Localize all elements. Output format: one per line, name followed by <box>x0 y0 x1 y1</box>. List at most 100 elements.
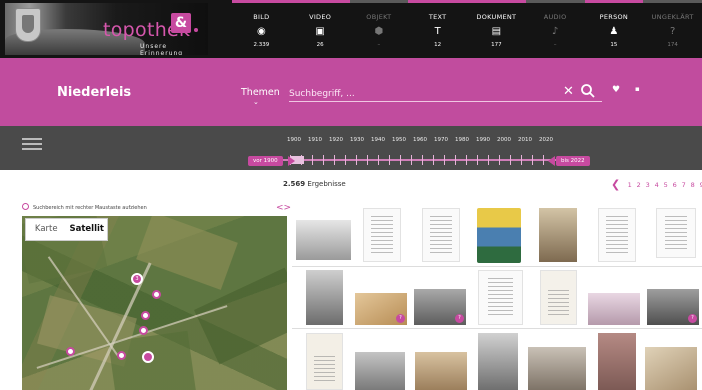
map-mode-karte[interactable]: Karte <box>26 219 67 240</box>
map-mode-satellit[interactable]: Satellit <box>67 219 108 240</box>
thumbnail-people-photo[interactable] <box>478 333 518 390</box>
coat-of-arms-icon <box>15 8 41 42</box>
map-type-toggle: Karte Satellit <box>25 218 108 241</box>
pagination: ❮ 123456789 <box>611 178 702 191</box>
category-text[interactable]: TEXT T 12 <box>408 0 467 58</box>
page-link[interactable]: 3 <box>643 181 652 189</box>
search-input[interactable] <box>289 87 602 102</box>
timeline-from-label[interactable]: vor 1900 <box>248 156 283 166</box>
category-count: 12 <box>434 42 442 48</box>
thumbnail-group-photo[interactable]: ? <box>647 289 699 325</box>
chevron-left-icon[interactable]: ❮ <box>611 178 620 191</box>
page-link[interactable]: 9 <box>697 181 702 189</box>
map-cluster-marker[interactable] <box>142 351 154 363</box>
row-divider <box>292 328 702 329</box>
thumbnail-portrait[interactable] <box>539 208 577 262</box>
timeline-year[interactable]: 1920 <box>329 137 350 143</box>
thumbnail-couple-photo[interactable] <box>306 270 343 325</box>
thumbnail-document[interactable] <box>656 208 696 258</box>
thumbnail-group-photo[interactable]: ? <box>414 289 466 325</box>
timeline-year[interactable]: 2010 <box>518 137 539 143</box>
thumbnail-death-notice[interactable] <box>306 333 343 390</box>
timeline-year[interactable]: 1970 <box>434 137 455 143</box>
timeline-year[interactable]: 1930 <box>350 137 371 143</box>
crosshair-icon <box>22 203 29 210</box>
page-link[interactable]: 5 <box>661 181 670 189</box>
page-link[interactable]: 6 <box>670 181 679 189</box>
map-cluster-marker[interactable]: 3 <box>131 273 143 285</box>
category-label: BILD <box>253 13 270 21</box>
thumbnail-village-sketch[interactable] <box>296 220 351 260</box>
timeline-year[interactable]: 1990 <box>476 137 497 143</box>
thumbnail-death-notice[interactable] <box>540 270 577 325</box>
category-bild[interactable]: BILD ◉ 2.339 <box>232 0 291 58</box>
search-icon[interactable] <box>580 83 596 99</box>
page-link[interactable]: 4 <box>652 181 661 189</box>
brand-logo[interactable]: topothek & Unsere Erinnerung <box>5 3 208 55</box>
chevron-down-icon[interactable]: ⌄ <box>253 98 259 106</box>
themen-dropdown[interactable]: Themen <box>241 87 280 98</box>
object-icon: ⬢ <box>374 26 384 37</box>
timeline-slider[interactable] <box>262 155 572 165</box>
timeline-year[interactable]: 1900 <box>287 137 308 143</box>
thumbnail-document-red[interactable] <box>598 333 636 390</box>
timeline-year[interactable]: 1940 <box>371 137 392 143</box>
category-dokument[interactable]: DOKUMENT ▤ 177 <box>467 0 526 58</box>
thumbnail-postcard[interactable] <box>588 293 640 325</box>
hamburger-menu-icon[interactable] <box>22 138 42 151</box>
category-label: OBJEKT <box>366 13 392 21</box>
question-badge-icon: ? <box>455 314 464 323</box>
map-marker[interactable] <box>141 311 150 320</box>
category-count: – <box>377 42 381 48</box>
timeline-year[interactable]: 1950 <box>392 137 413 143</box>
thumbnail-coat-of-arms[interactable] <box>477 208 521 263</box>
category-ungeklärt[interactable]: UNGEKLÄRT? 174 <box>643 0 702 58</box>
page-link[interactable]: 2 <box>634 181 643 189</box>
category-person[interactable]: PERSON ♟ 15 <box>584 0 644 58</box>
timeline-year[interactable]: 2020 <box>539 137 560 143</box>
results-number: 2.569 <box>283 180 306 188</box>
timeline-year[interactable]: 1980 <box>455 137 476 143</box>
more-icon[interactable]: ▪ <box>635 85 640 93</box>
map-marker[interactable] <box>117 351 126 360</box>
thumbnail-street-photo[interactable] <box>528 347 586 390</box>
page-link[interactable]: 7 <box>679 181 688 189</box>
timeline-year[interactable]: 1960 <box>413 137 434 143</box>
clear-icon[interactable]: ✕ <box>563 84 574 99</box>
category-label: TEXT <box>428 13 447 21</box>
category-objekt[interactable]: OBJEKT ⬢ – <box>349 0 409 58</box>
category-label: PERSON <box>599 13 629 21</box>
satellite-map[interactable] <box>22 216 287 390</box>
thumbnail-building-photo[interactable] <box>355 352 405 390</box>
map-marker[interactable] <box>139 326 148 335</box>
map-marker[interactable] <box>66 347 75 356</box>
page-link[interactable]: 1 <box>625 181 634 189</box>
thumbnail-document[interactable] <box>422 208 460 262</box>
collapse-map-icon[interactable]: <> <box>276 203 291 213</box>
place-title[interactable]: Niederleis <box>57 85 131 100</box>
search-bar: Niederleis Themen ⌄ ✕ ♥ ▪ <box>0 58 702 126</box>
thumbnail-document[interactable] <box>598 208 636 262</box>
brand-tagline: Unsere Erinnerung <box>140 43 184 55</box>
timeline-year[interactable]: 1910 <box>308 137 329 143</box>
thumbnail-house-photo[interactable] <box>415 352 467 390</box>
timeline-year[interactable]: 2000 <box>497 137 518 143</box>
category-count: 26 <box>316 42 324 48</box>
timeline-from-handle[interactable] <box>288 156 295 166</box>
favorites-icon[interactable]: ♥ <box>612 85 620 95</box>
page-link[interactable]: 8 <box>688 181 697 189</box>
thumbnail-postcard[interactable] <box>645 347 697 390</box>
thumbnail-table-document[interactable] <box>478 270 523 325</box>
person-icon: ♟ <box>609 26 619 37</box>
timeline-years: 1900 1910 1920 1930 1940 1950 1960 1970 1980 1990… <box>287 137 560 143</box>
top-header: topothek & Unsere Erinnerung BILD ◉ 2.339 V… <box>0 0 702 58</box>
map-marker[interactable] <box>152 290 161 299</box>
category-audio[interactable]: AUDIO ♪ – <box>525 0 585 58</box>
timeline-to-label[interactable]: bis 2022 <box>556 156 590 166</box>
category-label: AUDIO <box>543 13 567 21</box>
category-label: VIDEO <box>309 13 332 21</box>
timeline-to-handle[interactable] <box>548 156 555 166</box>
category-video[interactable]: VIDEO ▣ 26 <box>290 0 350 58</box>
thumbnail-document[interactable] <box>363 208 401 262</box>
thumbnail-postcard[interactable]: ? <box>355 293 407 325</box>
